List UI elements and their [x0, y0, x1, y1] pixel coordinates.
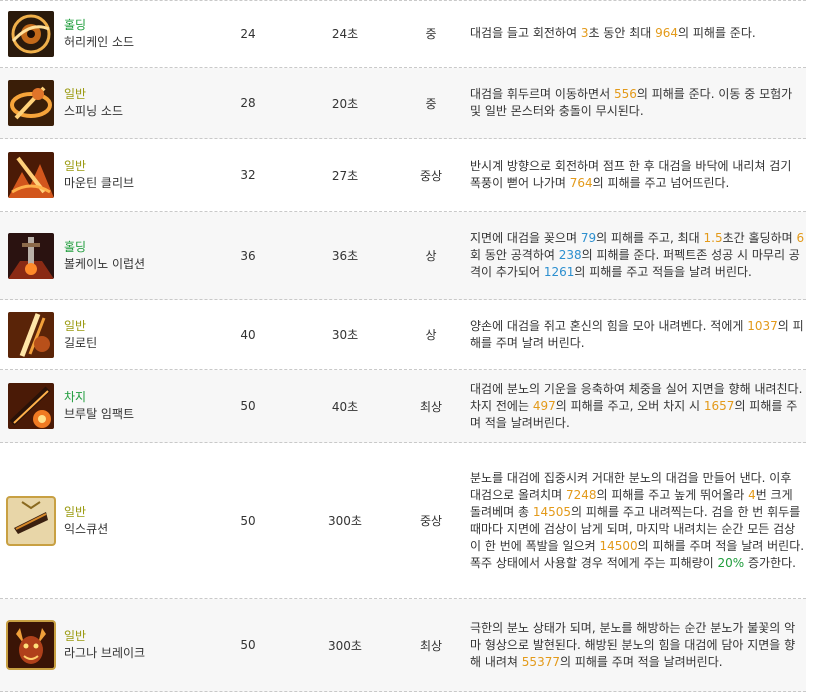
- skill-type: 차지: [64, 390, 87, 404]
- highlight-value: 1.5: [703, 231, 723, 245]
- highlight-value: 964: [655, 26, 679, 40]
- skill-type: 일반: [64, 504, 87, 519]
- description-text: 회 동안 공격하여: [470, 248, 559, 262]
- highlight-value: 7248: [565, 487, 597, 502]
- skill-type: 홀딩: [64, 17, 87, 32]
- skill-cooldown: 24초: [331, 27, 359, 41]
- guillotine-icon: [8, 311, 54, 358]
- skill-description: 대검을 휘두르며 이동하면서 556의 피해를 준다. 이동 중 모험가 및 일…: [464, 86, 806, 120]
- skill-level: 50: [240, 513, 256, 528]
- execution-icon: [8, 497, 54, 544]
- skill-name: 길로틴: [64, 335, 98, 350]
- skill-name: 라그나 브레이크: [64, 646, 146, 660]
- skill-type: 홀딩: [64, 239, 87, 254]
- table-row: 일반 마운틴 클리브 32 27초 중상 반시계 방향으로 회전하며 점프 한 …: [0, 139, 806, 212]
- skill-mana: 중상: [419, 514, 443, 528]
- skill-cooldown: 300초: [328, 638, 362, 653]
- description-text: 양손에 대검을 쥐고 혼신의 힘을 모아 내려벤다. 적에게: [470, 318, 748, 333]
- description-text: 의 피해를 준다.: [678, 26, 756, 40]
- hurricane-sword-icon: [8, 10, 54, 57]
- skill-description: 극한의 분노 상태가 되며, 분노를 해방하는 순간 분노가 불꽃의 악마 형상…: [464, 620, 806, 671]
- highlight-value: 20%: [717, 555, 745, 570]
- description-text: 의 피해를 주며 적을 날려버린다.: [559, 654, 723, 669]
- mountain-cleave-icon: [8, 152, 54, 198]
- description-text: 의 피해를 주고, 오버 차지 시: [555, 398, 704, 413]
- skill-cooldown: 27초: [331, 168, 359, 183]
- volcano-eruption-icon: [8, 232, 54, 279]
- highlight-value: 238: [558, 248, 582, 262]
- highlight-value: 6: [796, 231, 805, 245]
- highlight-value: 14500: [599, 538, 638, 553]
- description-text: 지면에 대검을 꽂으며: [470, 231, 581, 245]
- highlight-value: 764: [569, 176, 593, 190]
- skill-type: 일반: [64, 629, 87, 643]
- skill-type: 일반: [64, 159, 87, 173]
- skill-cooldown: 40초: [331, 399, 359, 414]
- skill-name: 스피닝 소드: [64, 104, 124, 118]
- skill-name: 익스큐션: [64, 521, 109, 536]
- skill-name: 마운틴 클리브: [64, 176, 135, 190]
- skill-description: 반시계 방향으로 회전하며 점프 한 후 대검을 바닥에 내리쳐 검기 폭풍이 …: [464, 158, 806, 192]
- skill-cooldown: 36초: [331, 249, 359, 263]
- table-row: 일반 길로틴 40 30초 상 양손에 대검을 쥐고 혼신의 힘을 모아 내려벤…: [0, 300, 806, 370]
- brutal-impact-icon: [8, 383, 54, 429]
- highlight-value: 1261: [543, 265, 575, 279]
- description-text: 대검을 휘두르며 이동하면서: [470, 87, 614, 101]
- skill-level: 24: [240, 26, 256, 41]
- table-row: 일반 라그나 브레이크 50 300초 최상 극한의 분노 상태가 되며, 분노…: [0, 599, 806, 692]
- description-text: 의 피해를 주고 높게 뛰어올라: [596, 487, 749, 502]
- highlight-value: 1657: [703, 398, 735, 413]
- highlight-value: 4: [748, 487, 756, 502]
- skill-level: 28: [240, 96, 256, 110]
- skill-type: 일반: [64, 87, 87, 101]
- skill-mana: 최상: [419, 638, 443, 653]
- skill-description: 분노를 대검에 집중시켜 거대한 분노의 대검을 만들어 낸다. 이후 대검으로…: [464, 470, 806, 572]
- highlight-value: 55377: [521, 654, 560, 669]
- description-text: 초 동안 최대: [588, 26, 656, 40]
- skill-name: 볼케이노 이럽션: [64, 256, 146, 271]
- highlight-value: 497: [532, 398, 556, 413]
- table-row: 차지 브루탈 임팩트 50 40초 최상 대검에 분노의 기운을 응축하여 체중…: [0, 370, 806, 443]
- description-text: 의 피해를 주고, 최대: [596, 231, 704, 245]
- skill-type: 일반: [64, 318, 87, 333]
- table-row: 일반 스피닝 소드 28 20초 중 대검을 휘두르며 이동하면서 556의 피…: [0, 68, 806, 139]
- highlight-value: 556: [613, 87, 637, 101]
- skill-mana: 중: [425, 96, 437, 111]
- highlight-value: 1037: [747, 318, 778, 333]
- skill-cooldown: 30초: [331, 328, 359, 342]
- skill-description: 양손에 대검을 쥐고 혼신의 힘을 모아 내려벤다. 적에게 1037의 피해를…: [464, 318, 806, 352]
- skill-cooldown: 300초: [328, 514, 362, 528]
- skill-table: 홀딩 허리케인 소드 24 24초 중 대검을 들고 회전하여 3초 동안 최대…: [0, 0, 806, 692]
- skill-level: 50: [240, 638, 256, 652]
- ragna-break-icon: [8, 622, 54, 668]
- highlight-value: 14505: [532, 504, 572, 519]
- skill-name: 브루탈 임팩트: [64, 407, 135, 421]
- highlight-value: 79: [580, 231, 597, 245]
- skill-name: 허리케인 소드: [64, 34, 135, 49]
- skill-description: 지면에 대검을 꽂으며 79의 피해를 주고, 최대 1.5초간 홀딩하며 6 회…: [464, 230, 806, 281]
- skill-level: 36: [240, 248, 256, 263]
- table-row: 홀딩 허리케인 소드 24 24초 중 대검을 들고 회전하여 3초 동안 최대…: [0, 0, 806, 68]
- skill-description: 대검에 분노의 기운을 응축하여 체중을 실어 지면을 향해 내려친다. 차지 …: [464, 381, 806, 432]
- spinning-sword-icon: [8, 80, 54, 126]
- skill-level: 40: [240, 327, 256, 342]
- skill-mana: 상: [425, 328, 437, 342]
- skill-level: 50: [240, 399, 256, 413]
- skill-mana: 상: [425, 249, 437, 263]
- skill-mana: 최상: [419, 399, 443, 414]
- description-text: 의 피해를 주고 넘어뜨린다.: [592, 176, 730, 190]
- description-text: 증가한다.: [744, 555, 796, 570]
- description-text: 의 피해를 주고 적들을 날려 버린다.: [574, 265, 752, 279]
- skill-level: 32: [240, 168, 256, 182]
- skill-description: 대검을 들고 회전하여 3초 동안 최대 964의 피해를 준다.: [464, 25, 806, 42]
- skill-mana: 중상: [419, 168, 443, 183]
- skill-cooldown: 20초: [331, 96, 359, 111]
- description-text: 초간 홀딩하며: [722, 231, 797, 245]
- table-row: 일반 익스큐션 50 300초 중상 분노를 대검에 집중시켜 거대한 분노의 …: [0, 443, 806, 599]
- table-row: 홀딩 볼케이노 이럽션 36 36초 상 지면에 대검을 꽂으며 79의 피해를…: [0, 212, 806, 300]
- skill-mana: 중: [425, 27, 437, 41]
- description-text: 대검을 들고 회전하여: [470, 26, 581, 40]
